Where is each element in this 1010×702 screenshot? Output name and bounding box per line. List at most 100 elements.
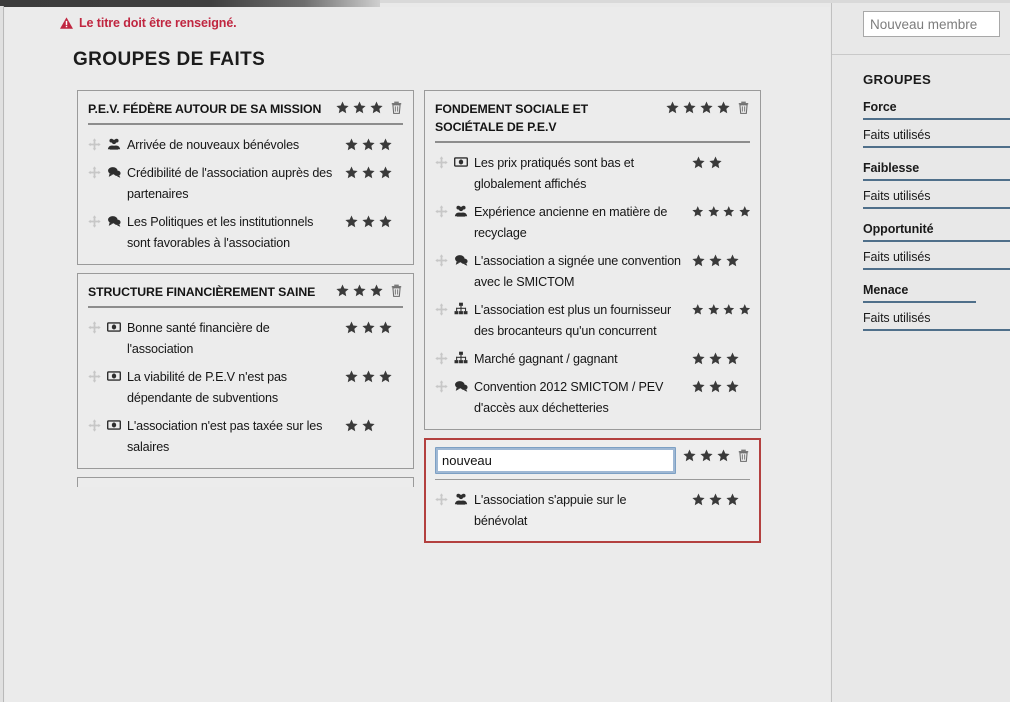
swot-used-facts[interactable]: Faits utilisés — [863, 250, 1010, 270]
star-icon[interactable] — [370, 284, 383, 297]
star-icon[interactable] — [726, 254, 739, 267]
trash-icon[interactable] — [390, 284, 403, 297]
swot-used-facts[interactable]: Faits utilisés — [863, 189, 1010, 209]
star-icon[interactable] — [717, 101, 730, 114]
star-icon[interactable] — [353, 101, 366, 114]
star-icon[interactable] — [726, 380, 739, 393]
fact-item[interactable]: Crédibilité de l'association auprès des … — [88, 163, 403, 205]
trash-icon[interactable] — [737, 101, 750, 114]
star-icon[interactable] — [379, 215, 392, 228]
star-icon[interactable] — [345, 166, 358, 179]
star-icon[interactable] — [345, 419, 358, 432]
star-icon[interactable] — [692, 303, 704, 316]
fact-item[interactable]: Les prix pratiqués sont bas et globaleme… — [435, 153, 750, 195]
fact-group-title[interactable]: P.E.V. FÉDÈRE AUTOUR DE SA MISSION — [88, 99, 329, 118]
star-icon[interactable] — [345, 215, 358, 228]
fact-rating[interactable] — [345, 416, 403, 432]
fact-item[interactable]: Expérience ancienne en matière de recycl… — [435, 202, 750, 244]
star-icon[interactable] — [345, 370, 358, 383]
fact-rating[interactable] — [692, 300, 750, 316]
star-icon[interactable] — [362, 370, 375, 383]
star-icon[interactable] — [362, 419, 375, 432]
star-icon[interactable] — [692, 156, 705, 169]
swot-used-facts[interactable]: Faits utilisés — [863, 128, 1010, 148]
star-icon[interactable] — [353, 284, 366, 297]
new-member-field[interactable] — [863, 11, 1000, 37]
star-icon[interactable] — [709, 493, 722, 506]
star-icon[interactable] — [379, 166, 392, 179]
delete-group-button[interactable] — [390, 99, 403, 114]
fact-group-rating[interactable] — [683, 447, 730, 462]
swot-category-force[interactable]: Force — [863, 100, 1010, 120]
fact-group-title[interactable]: STRUCTURE FINANCIÈREMENT SAINE — [88, 282, 329, 301]
star-icon[interactable] — [709, 380, 722, 393]
star-icon[interactable] — [723, 303, 735, 316]
drag-move-icon[interactable] — [88, 166, 101, 179]
star-icon[interactable] — [345, 138, 358, 151]
fact-item[interactable]: Marché gagnant / gagnant — [435, 349, 750, 370]
drag-move-icon[interactable] — [435, 352, 448, 365]
star-icon[interactable] — [692, 205, 704, 218]
star-icon[interactable] — [692, 352, 705, 365]
delete-group-button[interactable] — [737, 99, 750, 114]
star-icon[interactable] — [345, 321, 358, 334]
fact-rating[interactable] — [692, 153, 750, 169]
star-icon[interactable] — [692, 380, 705, 393]
swot-used-facts[interactable]: Faits utilisés — [863, 311, 1010, 331]
drag-move-icon[interactable] — [435, 254, 448, 267]
swot-category-faiblesse[interactable]: Faiblesse — [863, 161, 1010, 181]
fact-rating[interactable] — [345, 135, 403, 151]
star-icon[interactable] — [683, 449, 696, 462]
fact-item[interactable]: Les Politiques et les institutionnels so… — [88, 212, 403, 254]
fact-rating[interactable] — [345, 318, 403, 334]
star-icon[interactable] — [738, 303, 751, 316]
fact-rating[interactable] — [692, 490, 750, 506]
drag-move-icon[interactable] — [88, 138, 101, 151]
star-icon[interactable] — [723, 205, 735, 218]
fact-item[interactable]: L'association s'appuie sur le bénévolat — [435, 490, 750, 532]
star-icon[interactable] — [362, 138, 375, 151]
fact-group-rating[interactable] — [336, 282, 383, 297]
delete-group-button[interactable] — [737, 447, 750, 462]
star-icon[interactable] — [700, 449, 713, 462]
drag-move-icon[interactable] — [435, 493, 448, 506]
star-icon[interactable] — [362, 215, 375, 228]
drag-move-icon[interactable] — [88, 370, 101, 383]
fact-rating[interactable] — [345, 163, 403, 179]
star-icon[interactable] — [362, 321, 375, 334]
star-icon[interactable] — [692, 254, 705, 267]
trash-icon[interactable] — [737, 449, 750, 462]
fact-item[interactable]: La viabilité de P.E.V n'est pas dépendan… — [88, 367, 403, 409]
star-icon[interactable] — [362, 166, 375, 179]
fact-group-title[interactable]: FONDEMENT SOCIALE ET SOCIÉTALE DE P.E.V — [435, 99, 659, 136]
star-icon[interactable] — [726, 493, 739, 506]
star-icon[interactable] — [683, 101, 696, 114]
star-icon[interactable] — [336, 284, 349, 297]
fact-rating[interactable] — [692, 377, 750, 393]
fact-group-rating[interactable] — [666, 99, 730, 114]
new-member-input[interactable] — [870, 16, 993, 32]
fact-item[interactable]: Convention 2012 SMICTOM / PEV d'accès au… — [435, 377, 750, 419]
drag-move-icon[interactable] — [88, 215, 101, 228]
drag-move-icon[interactable] — [435, 205, 448, 218]
star-icon[interactable] — [717, 449, 730, 462]
star-icon[interactable] — [379, 321, 392, 334]
delete-group-button[interactable] — [390, 282, 403, 297]
fact-item[interactable]: L'association a signée une convention av… — [435, 251, 750, 293]
drag-move-icon[interactable] — [435, 303, 448, 316]
star-icon[interactable] — [709, 254, 722, 267]
swot-category-menace[interactable]: Menace — [863, 283, 976, 303]
fact-rating[interactable] — [692, 251, 750, 267]
star-icon[interactable] — [370, 101, 383, 114]
trash-icon[interactable] — [390, 101, 403, 114]
star-icon[interactable] — [738, 205, 751, 218]
fact-item[interactable]: Arrivée de nouveaux bénévoles — [88, 135, 403, 156]
fact-rating[interactable] — [692, 202, 750, 218]
star-icon[interactable] — [336, 101, 349, 114]
fact-item[interactable]: Bonne santé financière de l'association — [88, 318, 403, 360]
star-icon[interactable] — [709, 352, 722, 365]
fact-rating[interactable] — [692, 349, 750, 365]
drag-move-icon[interactable] — [88, 419, 101, 432]
star-icon[interactable] — [700, 101, 713, 114]
fact-group-title-input[interactable] — [435, 447, 676, 474]
